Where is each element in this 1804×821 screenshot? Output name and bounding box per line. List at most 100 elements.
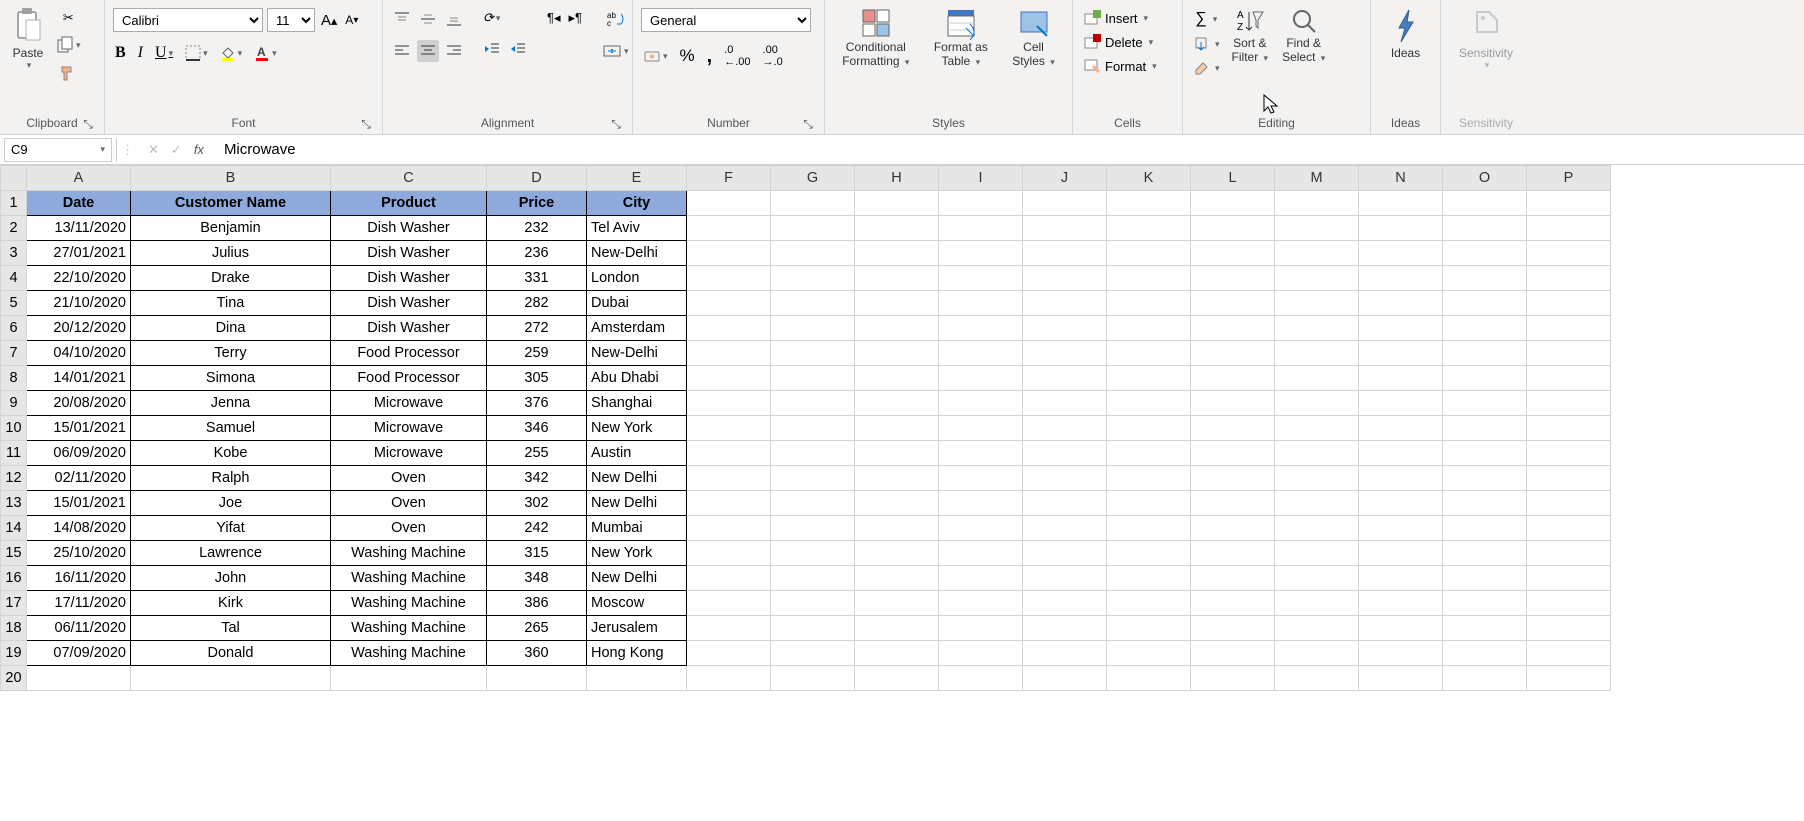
cell[interactable]	[687, 591, 771, 616]
cell[interactable]	[939, 591, 1023, 616]
row-header[interactable]: 10	[1, 416, 27, 441]
cell[interactable]	[1359, 391, 1443, 416]
row-header[interactable]: 1	[1, 191, 27, 216]
cell[interactable]	[687, 666, 771, 691]
cell[interactable]	[1275, 316, 1359, 341]
accounting-format-button[interactable]: ▾	[641, 45, 670, 67]
row-header[interactable]: 7	[1, 341, 27, 366]
italic-button[interactable]: I	[136, 42, 145, 64]
conditional-formatting-button[interactable]: Conditional Formatting ▾	[838, 4, 913, 70]
cell[interactable]	[1023, 241, 1107, 266]
cell[interactable]	[1023, 566, 1107, 591]
cell[interactable]	[939, 491, 1023, 516]
cell[interactable]: 302	[487, 491, 587, 516]
cell[interactable]: 15/01/2021	[27, 416, 131, 441]
cell[interactable]: Price	[487, 191, 587, 216]
cell[interactable]	[1191, 391, 1275, 416]
bold-button[interactable]: B	[113, 42, 128, 64]
cell[interactable]	[1359, 591, 1443, 616]
cell[interactable]: New-Delhi	[587, 341, 687, 366]
col-header[interactable]: J	[1023, 166, 1107, 191]
cell[interactable]	[1191, 341, 1275, 366]
cell[interactable]	[1359, 316, 1443, 341]
cell[interactable]	[1107, 566, 1191, 591]
cell[interactable]	[1359, 491, 1443, 516]
cell[interactable]	[1359, 416, 1443, 441]
cell-styles-button[interactable]: Cell Styles ▾	[1008, 4, 1059, 70]
cell[interactable]: Date	[27, 191, 131, 216]
cell[interactable]	[687, 441, 771, 466]
cell[interactable]	[687, 366, 771, 391]
cell[interactable]	[1359, 366, 1443, 391]
cell[interactable]	[939, 391, 1023, 416]
col-header[interactable]: B	[131, 166, 331, 191]
cell[interactable]	[1443, 291, 1527, 316]
cell[interactable]: 255	[487, 441, 587, 466]
cell[interactable]: 13/11/2020	[27, 216, 131, 241]
cell[interactable]: 04/10/2020	[27, 341, 131, 366]
autosum-button[interactable]: ∑ ▾	[1191, 8, 1222, 30]
cell[interactable]	[1527, 266, 1611, 291]
cancel-formula-button[interactable]: ✕	[146, 140, 161, 160]
font-size-select[interactable]: 11	[267, 8, 315, 32]
cell[interactable]	[1527, 241, 1611, 266]
cell[interactable]	[1443, 666, 1527, 691]
cell[interactable]	[855, 666, 939, 691]
cell[interactable]	[855, 466, 939, 491]
row-header[interactable]: 14	[1, 516, 27, 541]
cell[interactable]	[939, 216, 1023, 241]
cell[interactable]	[687, 266, 771, 291]
cell[interactable]	[1191, 266, 1275, 291]
cell[interactable]: 236	[487, 241, 587, 266]
orientation-button[interactable]: ⟳▾	[481, 8, 502, 28]
cell[interactable]	[1275, 441, 1359, 466]
cell[interactable]	[1023, 666, 1107, 691]
cell[interactable]	[1359, 541, 1443, 566]
cell[interactable]	[1023, 516, 1107, 541]
cell[interactable]: Hong Kong	[587, 641, 687, 666]
cell[interactable]	[1191, 241, 1275, 266]
cell[interactable]	[1527, 341, 1611, 366]
cell[interactable]: Moscow	[587, 591, 687, 616]
cell[interactable]: 14/01/2021	[27, 366, 131, 391]
cell[interactable]	[1275, 416, 1359, 441]
cell[interactable]	[1023, 291, 1107, 316]
cell[interactable]	[771, 541, 855, 566]
cell[interactable]	[939, 641, 1023, 666]
row-header[interactable]: 18	[1, 616, 27, 641]
cell[interactable]	[1107, 616, 1191, 641]
cell[interactable]: Shanghai	[587, 391, 687, 416]
cell[interactable]	[1527, 491, 1611, 516]
cell[interactable]	[1275, 666, 1359, 691]
cell[interactable]	[1191, 291, 1275, 316]
cell[interactable]	[771, 666, 855, 691]
cell[interactable]	[1107, 316, 1191, 341]
cell[interactable]	[1107, 541, 1191, 566]
cell[interactable]: New York	[587, 416, 687, 441]
row-header[interactable]: 8	[1, 366, 27, 391]
spreadsheet-grid[interactable]: ABCDEFGHIJKLMNOP 1DateCustomer NameProdu…	[0, 165, 1804, 821]
font-color-button[interactable]: A▾	[252, 43, 279, 63]
dialog-launcher-icon[interactable]: ⤡	[610, 118, 622, 130]
cell[interactable]	[687, 466, 771, 491]
cell[interactable]: Kobe	[131, 441, 331, 466]
cell[interactable]: 386	[487, 591, 587, 616]
decrease-indent-button[interactable]	[481, 38, 503, 60]
cell[interactable]: Donald	[131, 641, 331, 666]
cell[interactable]	[1443, 641, 1527, 666]
cell[interactable]: Tel Aviv	[587, 216, 687, 241]
cell[interactable]: New York	[587, 541, 687, 566]
cell[interactable]: Samuel	[131, 416, 331, 441]
cell[interactable]: Benjamin	[131, 216, 331, 241]
cell[interactable]: 06/11/2020	[27, 616, 131, 641]
cell[interactable]	[939, 316, 1023, 341]
cell[interactable]	[771, 266, 855, 291]
ltr-button[interactable]: ▸¶	[567, 8, 585, 28]
cell[interactable]: Jenna	[131, 391, 331, 416]
cell[interactable]	[687, 566, 771, 591]
cell[interactable]	[1527, 516, 1611, 541]
cell[interactable]: 06/09/2020	[27, 441, 131, 466]
cell[interactable]	[687, 391, 771, 416]
cell[interactable]: Tina	[131, 291, 331, 316]
cell[interactable]	[855, 191, 939, 216]
